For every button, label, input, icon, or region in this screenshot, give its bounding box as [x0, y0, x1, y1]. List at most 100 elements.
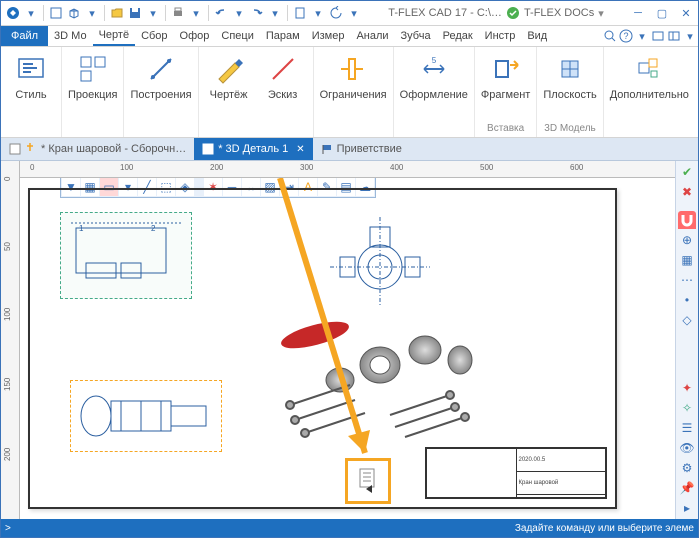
collapse-icon[interactable]: ▸: [678, 499, 696, 517]
eye-icon[interactable]: 👁: [678, 439, 696, 457]
axes-icon[interactable]: ✦: [678, 379, 696, 397]
status-prompt: Задайте команду или выберите элеме: [515, 523, 694, 534]
menu-edit[interactable]: Редак: [437, 27, 479, 45]
cube-icon[interactable]: [66, 5, 82, 21]
menu-analysis[interactable]: Анали: [350, 27, 394, 45]
menu-view[interactable]: Вид: [521, 27, 553, 45]
document-icon: [202, 143, 214, 155]
ribbon-group-insert: Фрагмент Вставка: [475, 47, 537, 137]
file-menu[interactable]: Файл: [1, 26, 48, 46]
additional-button[interactable]: Дополнительно: [608, 49, 691, 103]
constraints-button[interactable]: Ограничения: [318, 49, 389, 103]
menu-assembly[interactable]: Сбор: [135, 27, 173, 45]
svg-text:?: ?: [623, 31, 628, 41]
statusbar: > Задайте команду или выберите элеме: [1, 519, 698, 537]
dropdown-icon[interactable]: ▾: [346, 5, 362, 21]
tab-welcome[interactable]: Приветствие: [313, 138, 410, 160]
magnet-icon[interactable]: [678, 211, 696, 229]
check-icon[interactable]: ✔: [678, 163, 696, 181]
annotation-highlight: [345, 458, 391, 504]
grid-icon[interactable]: ▦: [678, 251, 696, 269]
dropdown-icon[interactable]: ▾: [23, 5, 39, 21]
ribbon-group-additional: Дополнительно: [604, 47, 695, 137]
app-title: T-FLEX CAD 17 - C:\…: [388, 7, 502, 19]
new-icon[interactable]: [48, 5, 64, 21]
snap-icon[interactable]: ⊕: [678, 231, 696, 249]
undo-icon[interactable]: [213, 5, 229, 21]
projection-view[interactable]: 12: [60, 212, 192, 299]
projection-button[interactable]: Проекция: [66, 49, 119, 103]
right-toolbar: ✔ ✖ ⊕ ▦ ⋯ • ◇ ✦ ✧ ☰ 👁 ⚙ 📌 ▸: [675, 161, 698, 519]
page-icon[interactable]: [292, 5, 308, 21]
dropdown-icon[interactable]: ▾: [267, 5, 283, 21]
tab-assembly[interactable]: * Кран шаровой - Сборочн…: [1, 138, 194, 160]
redo-icon[interactable]: [249, 5, 265, 21]
pin-icon: [25, 143, 37, 155]
ribbon-group-projection: Проекция: [62, 47, 124, 137]
dropdown-icon[interactable]: ▾: [598, 7, 604, 20]
drawing-button[interactable]: Чертёж: [203, 49, 255, 103]
endpoint-icon[interactable]: •: [678, 291, 696, 309]
dropdown-icon[interactable]: ▾: [634, 28, 650, 44]
menu-measure[interactable]: Измер: [306, 27, 351, 45]
menu-gear[interactable]: Зубча: [395, 27, 437, 45]
flag-icon: [321, 143, 333, 155]
dropdown-icon[interactable]: ▾: [188, 5, 204, 21]
tab-3d-detail[interactable]: * 3D Деталь 1 ✕: [194, 138, 312, 160]
dropdown-icon[interactable]: ▾: [310, 5, 326, 21]
dropdown-icon[interactable]: ▾: [145, 5, 161, 21]
style-button[interactable]: Стиль: [5, 49, 57, 103]
window-icon[interactable]: [650, 28, 666, 44]
open-icon[interactable]: [109, 5, 125, 21]
panel-icon[interactable]: [666, 28, 682, 44]
save-icon[interactable]: [127, 5, 143, 21]
svg-text:1: 1: [79, 224, 84, 233]
horizontal-ruler: 0 100 200 300 400 500 600: [20, 161, 675, 178]
docs-label: T-FLEX DOCs: [524, 7, 594, 19]
svg-text:5: 5: [432, 56, 437, 65]
dropdown-icon[interactable]: ▾: [682, 28, 698, 44]
menu-3dmodel[interactable]: 3D Мо: [48, 27, 93, 45]
drawing-canvas[interactable]: ▼ ▦ ▭ ▾ ╱ ⬚ ◈ ✶ ─ ↔ ▨ ⇥ A ✎ ▤ ☁: [20, 178, 675, 519]
constructions-button[interactable]: Построения: [128, 49, 193, 103]
view-icon[interactable]: ✧: [678, 399, 696, 417]
close-button[interactable]: ✕: [674, 3, 698, 23]
status-chevron[interactable]: >: [5, 523, 11, 534]
sketch-button[interactable]: Эскиз: [257, 49, 309, 103]
maximize-button[interactable]: ▢: [650, 3, 674, 23]
plane-button[interactable]: Плоскость: [541, 49, 598, 103]
menu-drawing[interactable]: Чертё: [93, 26, 135, 46]
page-link-icon[interactable]: [348, 461, 388, 501]
ribbon-group-drawing: Чертёж Эскиз: [199, 47, 314, 137]
isometric-view[interactable]: [260, 305, 490, 455]
pin-icon[interactable]: 📌: [678, 479, 696, 497]
projection-view[interactable]: [70, 380, 222, 452]
svg-text:2: 2: [151, 224, 156, 233]
dropdown-icon[interactable]: ▾: [231, 5, 247, 21]
title-block[interactable]: 2020.00.5 Кран шаровой: [425, 447, 607, 499]
dropdown-icon[interactable]: ▾: [84, 5, 100, 21]
tool-icon[interactable]: ◇: [678, 311, 696, 329]
menu-special[interactable]: Специ: [215, 27, 259, 45]
layers-icon[interactable]: ☰: [678, 419, 696, 437]
print-icon[interactable]: [170, 5, 186, 21]
docs-icon: [506, 6, 520, 20]
menu-tools[interactable]: Инстр: [479, 27, 522, 45]
formatting-button[interactable]: 5 Оформление: [398, 49, 470, 103]
cancel-icon[interactable]: ✖: [678, 183, 696, 201]
midpoint-icon[interactable]: ⋯: [678, 271, 696, 289]
search-icon[interactable]: [602, 28, 618, 44]
fragment-button[interactable]: Фрагмент: [479, 49, 532, 103]
help-icon[interactable]: ?: [618, 28, 634, 44]
projection-view[interactable]: [320, 212, 440, 312]
menu-format[interactable]: Офор: [174, 27, 216, 45]
window-controls: ─ ▢ ✕: [626, 3, 698, 23]
close-icon[interactable]: ✕: [296, 144, 304, 155]
settings-icon[interactable]: ⚙: [678, 459, 696, 477]
vertical-ruler: 0 50 100 150 200: [1, 161, 20, 519]
ribbon-group-formatting: 5 Оформление: [394, 47, 475, 137]
workspace: 0 50 100 150 200 0 100 200 300 400 500 6…: [1, 161, 698, 519]
menu-params[interactable]: Парам: [260, 27, 306, 45]
minimize-button[interactable]: ─: [626, 3, 650, 23]
refresh-icon[interactable]: [328, 5, 344, 21]
